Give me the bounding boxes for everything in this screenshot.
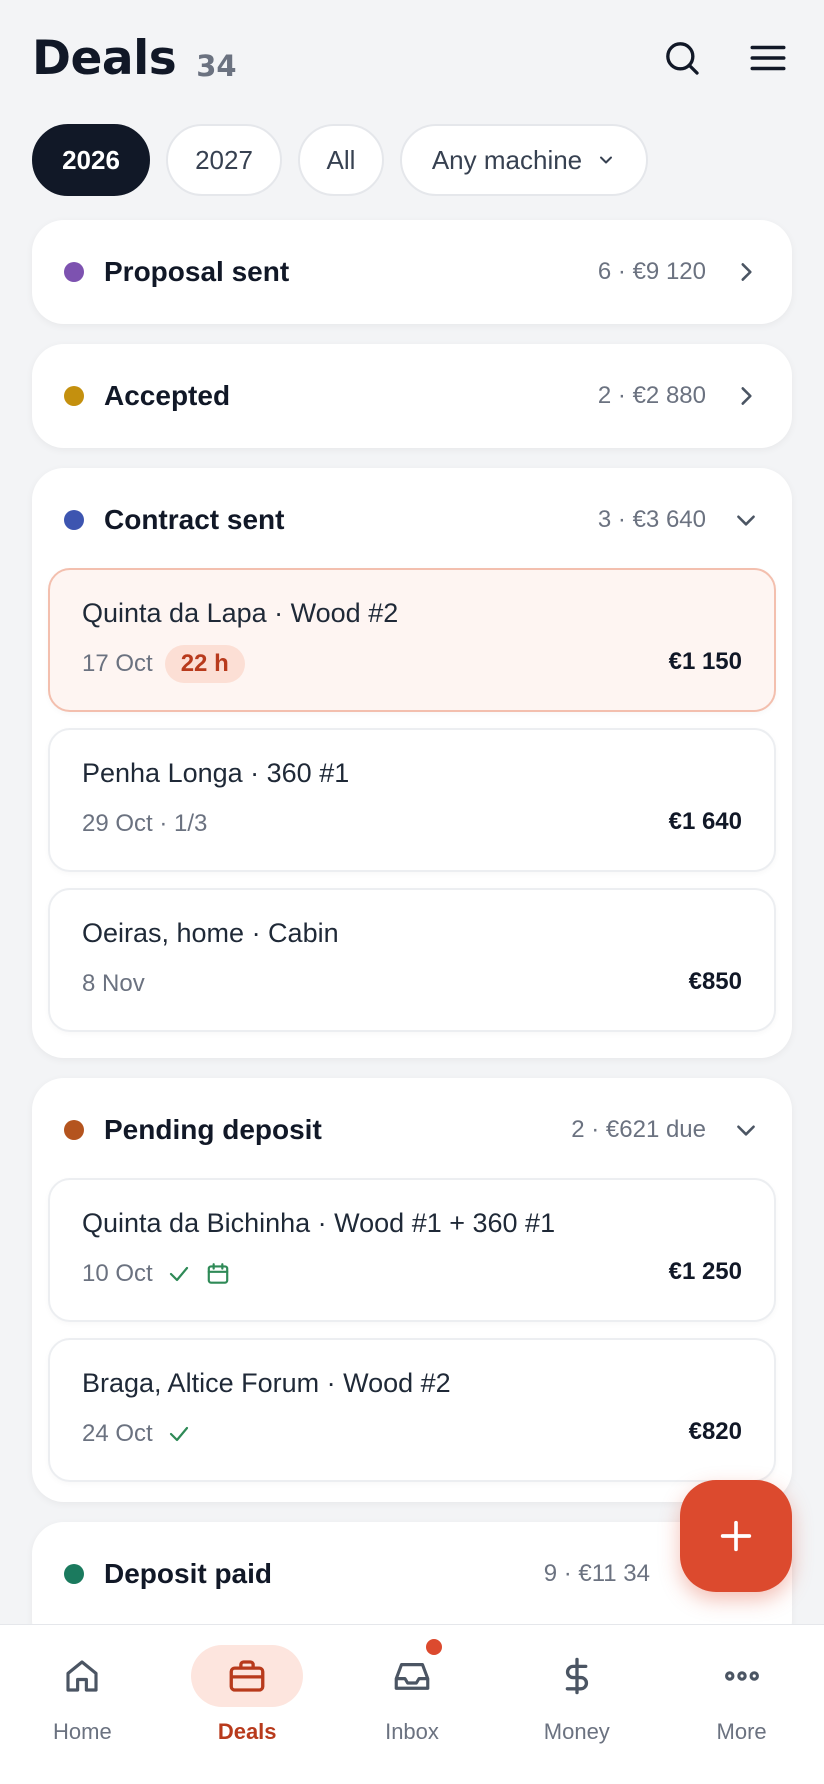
deal-card[interactable]: Oeiras, home · Cabin 8 Nov €850 [48, 888, 776, 1032]
machine-dropdown-label: Any machine [431, 144, 583, 175]
status-dot [64, 1120, 84, 1140]
notification-dot [425, 1639, 442, 1655]
deal-title: Quinta da Lapa · Wood #2 [82, 598, 399, 628]
deal-date: 10 Oct [82, 1260, 153, 1287]
check-icon [167, 1422, 191, 1446]
filter-chip-all[interactable]: All [298, 124, 384, 196]
deal-subline: 17 Oct 22 h [82, 645, 742, 683]
chevron-down-icon [600, 156, 613, 164]
stage-header[interactable]: Proposal sent 6 · €9 120 [32, 220, 792, 324]
deal-date: 17 Oct [82, 650, 153, 677]
nav-item-inbox[interactable]: Inbox [330, 1625, 495, 1784]
more-icon [686, 1645, 798, 1707]
machine-dropdown[interactable]: Any machine [400, 124, 648, 196]
stage-header[interactable]: Pending deposit 2 · €621 due [32, 1078, 792, 1182]
status-dot [64, 510, 84, 530]
stage-header[interactable]: Contract sent 3 · €3 640 [32, 468, 792, 572]
deal-amount: €850 [688, 968, 742, 995]
deal-amount: €1 250 [668, 1258, 742, 1285]
stage-summary: 6 · €9 120 [597, 258, 706, 285]
chevron-right-icon [732, 258, 760, 286]
briefcase-icon [191, 1645, 304, 1707]
check-icon [167, 1262, 191, 1286]
calendar-icon [205, 1261, 231, 1287]
nav-label: More [716, 1719, 767, 1744]
stage-name: Contract sent [104, 504, 285, 535]
stage-name: Deposit paid [104, 1558, 273, 1589]
deal-date: 29 Oct · 1/3 [82, 810, 208, 837]
nav-item-home[interactable]: Home [0, 1625, 165, 1784]
stage-proposal-sent: Proposal sent 6 · €9 120 [32, 220, 792, 324]
deal-date: 24 Oct [82, 1420, 153, 1447]
stage-header[interactable]: Accepted 2 · €2 880 [32, 344, 792, 448]
page-title: Deals [32, 30, 177, 86]
stage-name: Pending deposit [104, 1114, 322, 1145]
stage-contract-sent: Contract sent 3 · €3 640 Quinta da Lapa … [32, 468, 792, 1058]
stage-accepted: Accepted 2 · €2 880 [32, 344, 792, 448]
deal-subline: 8 Nov [82, 965, 742, 1003]
inbox-icon [356, 1645, 468, 1707]
deal-subline: 24 Oct [82, 1415, 742, 1453]
nav-label: Home [53, 1719, 112, 1744]
deal-amount: €1 640 [668, 808, 742, 835]
menu-button[interactable] [744, 34, 792, 82]
deal-amount: €820 [688, 1418, 742, 1445]
deal-title: Penha Longa · 360 #1 [82, 758, 350, 788]
deal-amount: €1 150 [668, 648, 742, 675]
filter-chip-2027[interactable]: 2027 [166, 124, 282, 196]
deal-date: 8 Nov [82, 970, 145, 997]
stage-summary: 9 · €11 34 [543, 1560, 650, 1587]
chevron-down-icon [732, 1116, 760, 1144]
dollar-icon [521, 1645, 633, 1707]
nav-item-money[interactable]: Money [494, 1625, 659, 1784]
nav-item-more[interactable]: More [659, 1625, 824, 1784]
chevron-right-icon [732, 382, 760, 410]
deal-title: Oeiras, home · Cabin [82, 918, 339, 948]
deals-count: 34 [196, 49, 237, 83]
deal-subline: 29 Oct · 1/3 [82, 805, 742, 843]
deal-title: Braga, Altice Forum · Wood #2 [82, 1368, 451, 1398]
deal-card[interactable]: Braga, Altice Forum · Wood #2 24 Oct €82… [48, 1338, 776, 1482]
deal-card[interactable]: Penha Longa · 360 #1 29 Oct · 1/3 €1 640 [48, 728, 776, 872]
deadline-badge: 22 h [164, 645, 245, 683]
deal-card[interactable]: Quinta da Bichinha · Wood #1 + 360 #1 10… [48, 1178, 776, 1322]
stage-summary: 2 · €2 880 [597, 382, 706, 409]
search-button[interactable] [658, 34, 706, 82]
status-dot [64, 262, 84, 282]
plus-icon [720, 1520, 752, 1552]
app-header: Deals 34 [0, 0, 824, 116]
add-deal-button[interactable] [680, 1480, 792, 1592]
stage-header[interactable]: Deposit paid 9 · €11 34 [32, 1522, 792, 1626]
header-actions [658, 34, 792, 82]
stage-summary: 2 · €621 due [571, 1116, 706, 1143]
deal-card[interactable]: Quinta da Lapa · Wood #2 17 Oct 22 h €1 … [48, 568, 776, 712]
nav-item-deals[interactable]: Deals [165, 1625, 330, 1784]
stage-name: Accepted [104, 380, 231, 411]
status-dot [64, 1564, 84, 1584]
search-icon [666, 42, 699, 75]
home-icon [26, 1645, 138, 1707]
status-dot [64, 386, 84, 406]
stage-pending-deposit: Pending deposit 2 · €621 due Quinta da B… [32, 1078, 792, 1502]
nav-label: Inbox [385, 1719, 439, 1744]
hamburger-icon [750, 45, 786, 71]
deal-subline: 10 Oct [82, 1255, 742, 1293]
nav-label: Money [543, 1719, 610, 1744]
deal-title: Quinta da Bichinha · Wood #1 + 360 #1 [82, 1208, 556, 1238]
nav-label: Deals [217, 1719, 277, 1744]
filter-chip-2026[interactable]: 2026 [32, 124, 150, 196]
stage-summary: 3 · €3 640 [597, 506, 706, 533]
stage-name: Proposal sent [104, 256, 290, 287]
bottom-nav: Home Deals Inbox Money More [0, 1624, 824, 1784]
chevron-down-icon [732, 506, 760, 534]
filter-bar: 2026 2027 All Any machine [32, 124, 648, 196]
